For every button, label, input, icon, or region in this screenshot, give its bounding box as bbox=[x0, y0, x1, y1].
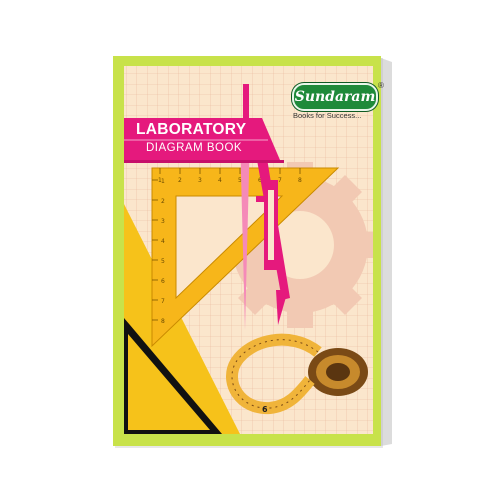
notebook-cover-scene: 1 2 3 4 5 6 7 8 1 2 3 4 5 6 7 8 6 bbox=[113, 56, 392, 448]
ruler-top-2: 2 bbox=[178, 177, 182, 184]
registered-mark: ® bbox=[378, 81, 384, 90]
ruler-top-3: 3 bbox=[198, 177, 202, 184]
ruler-side-4: 4 bbox=[161, 238, 165, 245]
ruler-side-3: 3 bbox=[161, 218, 165, 225]
ruler-top-8: 8 bbox=[298, 177, 302, 184]
tape-number: 6 bbox=[262, 405, 268, 414]
ruler-side-6: 6 bbox=[161, 278, 165, 285]
brand-logo: Sundaram ® bbox=[292, 81, 384, 111]
cover-title-line1: LABORATORY bbox=[136, 121, 247, 138]
cover-title-line2: DIAGRAM BOOK bbox=[146, 142, 243, 154]
ruler-side-7: 7 bbox=[161, 298, 165, 305]
ruler-top-4: 4 bbox=[218, 177, 222, 184]
ruler-side-2: 2 bbox=[161, 198, 165, 205]
ruler-top-7: 7 bbox=[278, 177, 282, 184]
brand-tagline: Books for Success... bbox=[293, 111, 362, 120]
ruler-side-8: 8 bbox=[161, 318, 165, 325]
ruler-side-5: 5 bbox=[161, 258, 165, 265]
ruler-side-1: 1 bbox=[161, 178, 165, 185]
brand-name: Sundaram bbox=[292, 83, 378, 111]
